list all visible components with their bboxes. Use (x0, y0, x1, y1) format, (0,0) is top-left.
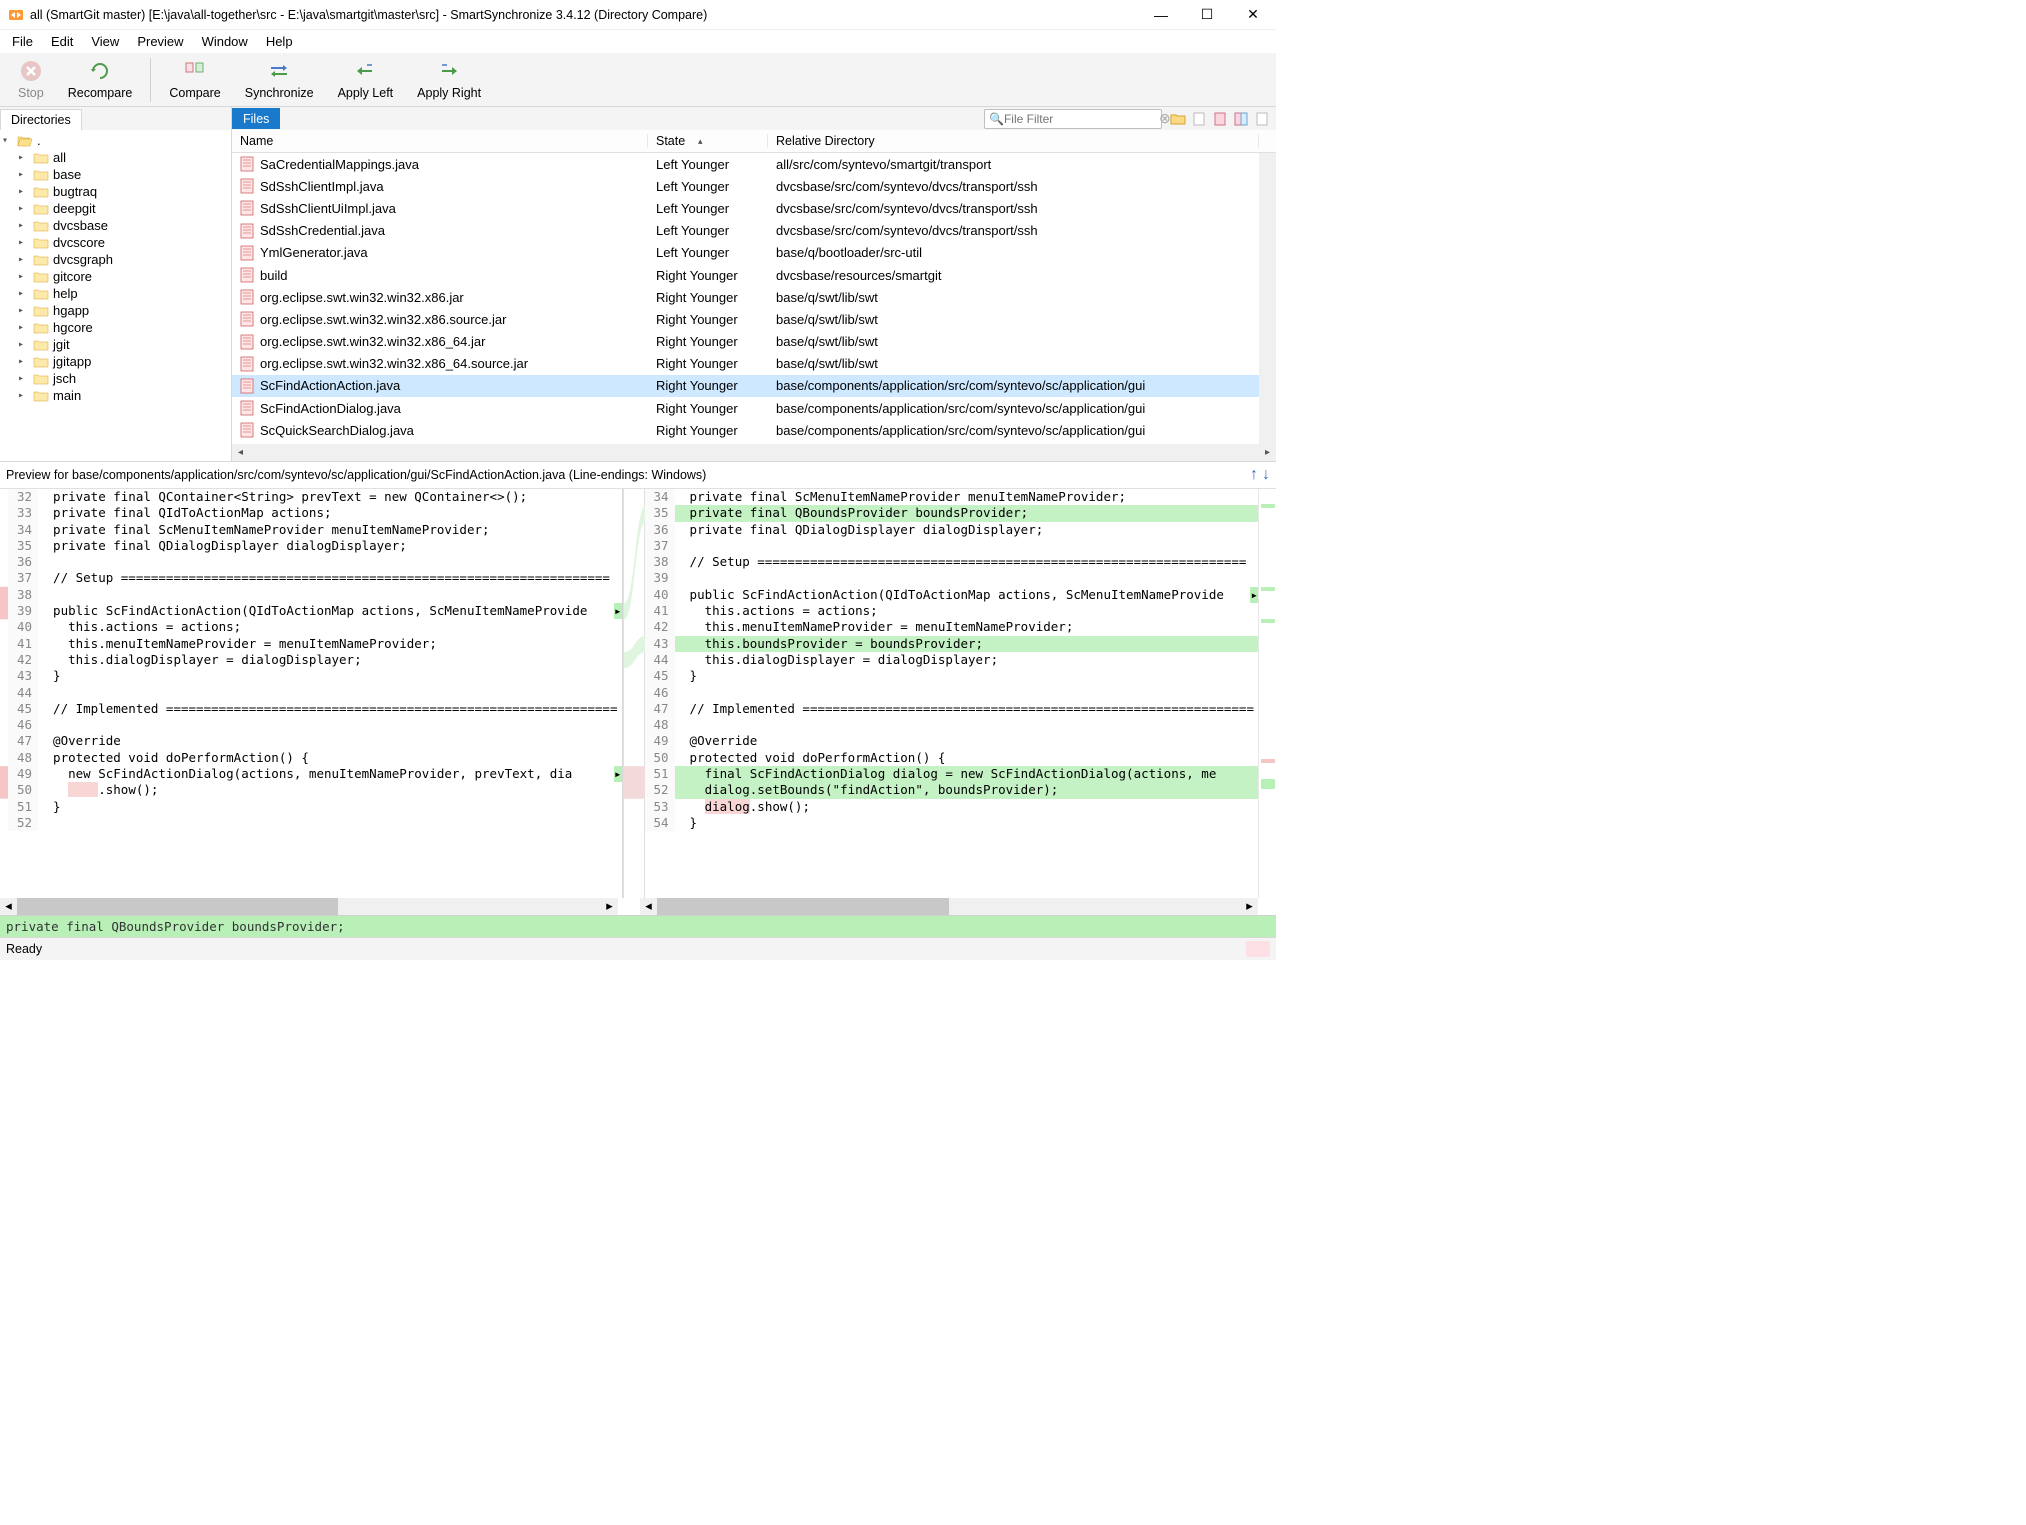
file-filter-input[interactable] (1004, 112, 1159, 126)
close-button[interactable]: ✕ (1230, 0, 1276, 30)
maximize-button[interactable]: ☐ (1184, 0, 1230, 30)
tree-item[interactable]: ▸base (0, 166, 231, 183)
tree-item[interactable]: ▸jgitapp (0, 353, 231, 370)
statusbar: Ready (0, 937, 1276, 960)
menu-file[interactable]: File (4, 31, 41, 52)
filter-folder-icon[interactable] (1168, 109, 1188, 129)
preview-label: Preview for base/components/application/… (6, 468, 706, 482)
stop-icon (19, 59, 43, 83)
minimize-button[interactable]: — (1138, 0, 1184, 30)
apply-right-button[interactable]: Apply Right (405, 57, 493, 102)
files-hscrollbar[interactable]: ◂▸ (232, 444, 1276, 461)
tree-item[interactable]: ▸jsch (0, 370, 231, 387)
menu-help[interactable]: Help (258, 31, 301, 52)
col-reldir[interactable]: Relative Directory (768, 134, 1259, 148)
tree-item[interactable]: ▸deepgit (0, 200, 231, 217)
titlebar: all (SmartGit master) [E:\java\all-toget… (0, 0, 1276, 30)
compare-button[interactable]: Compare (157, 57, 232, 102)
recompare-icon (88, 59, 112, 83)
filter-both-icon[interactable] (1231, 109, 1251, 129)
table-row[interactable]: org.eclipse.swt.win32.win32.x86_64.sourc… (232, 353, 1259, 375)
diff-right-pane[interactable]: 34 private final ScMenuItemNameProvider … (645, 489, 1259, 898)
menu-edit[interactable]: Edit (43, 31, 81, 52)
table-row[interactable]: SdAbstractMainFrameActions.java Right Yo… (232, 441, 1259, 444)
table-row[interactable]: org.eclipse.swt.win32.win32.x86.source.j… (232, 308, 1259, 330)
table-row[interactable]: ScFindActionAction.java Right Younger ba… (232, 375, 1259, 397)
directories-tab[interactable]: Directories (0, 109, 82, 130)
table-row[interactable]: SdSshCredential.java Left Younger dvcsba… (232, 220, 1259, 242)
table-row[interactable]: org.eclipse.swt.win32.win32.x86.jar Righ… (232, 286, 1259, 308)
tree-item[interactable]: ▸help (0, 285, 231, 302)
left-hscrollbar[interactable]: ◂▸ (0, 898, 618, 915)
table-row[interactable]: org.eclipse.swt.win32.win32.x86_64.jar R… (232, 331, 1259, 353)
menu-preview[interactable]: Preview (129, 31, 191, 52)
tree-item[interactable]: ▸dvcsgraph (0, 251, 231, 268)
table-row[interactable]: build Right Younger dvcsbase/resources/s… (232, 264, 1259, 286)
filter-file-icon[interactable] (1189, 109, 1209, 129)
filter-left-icon[interactable] (1210, 109, 1230, 129)
toolbar: Stop Recompare Compare Synchronize Apply… (0, 53, 1276, 107)
tree-item[interactable]: ▸gitcore (0, 268, 231, 285)
table-row[interactable]: SaCredentialMappings.java Left Younger a… (232, 153, 1259, 175)
prev-diff-icon[interactable]: ↑ (1250, 466, 1258, 484)
directory-tree[interactable]: ▾.▸all▸base▸bugtraq▸deepgit▸dvcsbase▸dvc… (0, 130, 231, 461)
recompare-button[interactable]: Recompare (56, 57, 145, 102)
tree-item[interactable]: ▸bugtraq (0, 183, 231, 200)
synchronize-button[interactable]: Synchronize (233, 57, 326, 102)
menu-window[interactable]: Window (194, 31, 256, 52)
window-title: all (SmartGit master) [E:\java\all-toget… (30, 8, 1138, 22)
menubar: File Edit View Preview Window Help (0, 30, 1276, 53)
table-row[interactable]: ScQuickSearchDialog.java Right Younger b… (232, 419, 1259, 441)
app-icon (8, 7, 24, 23)
col-name[interactable]: Name (232, 134, 648, 148)
apply-left-icon (353, 59, 377, 83)
tree-item[interactable]: ▸jgit (0, 336, 231, 353)
tree-item[interactable]: ▸main (0, 387, 231, 404)
stop-button: Stop (6, 57, 56, 102)
file-filter[interactable]: 🔍 ⊗ (984, 109, 1162, 129)
tree-item[interactable]: ▸dvcsbase (0, 217, 231, 234)
tree-item[interactable]: ▸all (0, 149, 231, 166)
bottom-diff-line: private final QBoundsProvider boundsProv… (0, 915, 1276, 937)
table-row[interactable]: YmlGenerator.java Left Younger base/q/bo… (232, 242, 1259, 264)
files-table-body[interactable]: SaCredentialMappings.java Left Younger a… (232, 153, 1259, 444)
col-state[interactable]: State (648, 134, 768, 148)
directories-panel: Directories ▾.▸all▸base▸bugtraq▸deepgit▸… (0, 107, 232, 461)
apply-right-icon (437, 59, 461, 83)
tree-item[interactable]: ▸dvcscore (0, 234, 231, 251)
status-text: Ready (6, 942, 42, 956)
files-tab[interactable]: Files (232, 108, 280, 129)
synchronize-icon (267, 59, 291, 83)
files-panel: Files 🔍 ⊗ Name State (232, 107, 1276, 461)
diff-left-pane[interactable]: 32 private final QContainer<String> prev… (8, 489, 623, 898)
search-icon: 🔍 (989, 112, 1004, 126)
files-table-header[interactable]: Name State Relative Directory (232, 130, 1276, 153)
right-hscrollbar[interactable]: ◂▸ (640, 898, 1258, 915)
filter-right-icon[interactable] (1252, 109, 1272, 129)
table-row[interactable]: SdSshClientUiImpl.java Left Younger dvcs… (232, 197, 1259, 219)
preview-bar: Preview for base/components/application/… (0, 462, 1276, 489)
diff-minimap[interactable] (1258, 489, 1276, 898)
tree-root[interactable]: ▾. (0, 132, 231, 149)
table-row[interactable]: SdSshClientImpl.java Left Younger dvcsba… (232, 175, 1259, 197)
files-vscrollbar[interactable] (1259, 153, 1276, 444)
tree-item[interactable]: ▸hgcore (0, 319, 231, 336)
menu-view[interactable]: View (83, 31, 127, 52)
status-tag-icon (1246, 941, 1270, 957)
next-diff-icon[interactable]: ↓ (1262, 466, 1270, 484)
tree-item[interactable]: ▸hgapp (0, 302, 231, 319)
apply-left-button[interactable]: Apply Left (326, 57, 406, 102)
compare-icon (183, 59, 207, 83)
table-row[interactable]: ScFindActionDialog.java Right Younger ba… (232, 397, 1259, 419)
